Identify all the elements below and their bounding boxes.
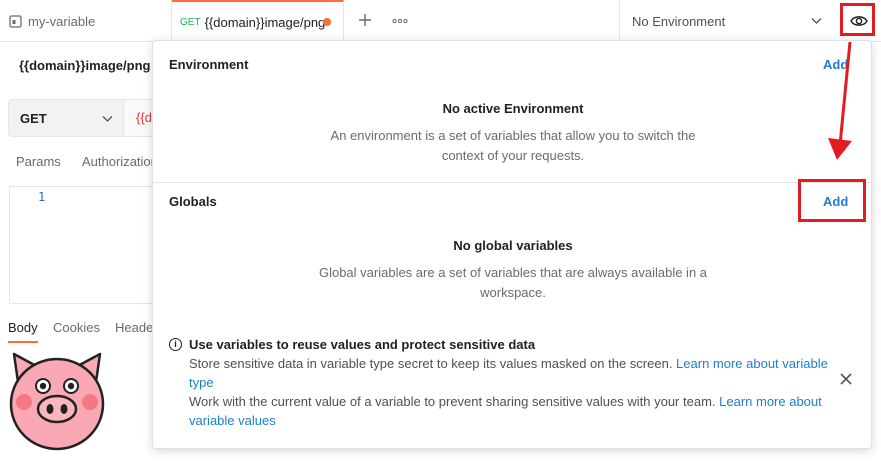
learn-more-variable-type-link[interactable]: Learn more about variable: [676, 356, 828, 371]
tab-cookies[interactable]: Cookies: [53, 320, 100, 335]
line-number: 1: [38, 190, 46, 204]
active-tab-indicator: [8, 341, 38, 343]
chevron-down-icon: [811, 18, 822, 24]
request-title: {{domain}}image/png: [19, 58, 151, 73]
annotation-highlight-box: [798, 179, 866, 222]
environment-description: An environment is a set of variables tha…: [330, 128, 696, 163]
learn-more-variable-values-link[interactable]: Learn more about: [719, 394, 822, 409]
tab-headers[interactable]: Heade: [115, 320, 153, 335]
method-select[interactable]: GET: [8, 99, 124, 137]
no-environment-title: No active Environment: [442, 101, 584, 116]
tab-label: {{domain}}image/png: [204, 14, 326, 30]
tab-params[interactable]: Params: [16, 154, 61, 169]
tab-body[interactable]: Body: [8, 320, 38, 335]
environment-selector-value: No Environment: [632, 13, 726, 29]
info-title: Use variables to reuse values and protec…: [189, 337, 536, 352]
tab-my-variable[interactable]: my-variable: [0, 0, 172, 42]
info-text-secret: Store sensitive data in variable type se…: [189, 354, 829, 392]
more-icon: [392, 18, 408, 24]
info-icon: i: [169, 338, 182, 351]
section-divider: [153, 182, 871, 183]
annotation-highlight-box: [840, 3, 875, 36]
pig-mascot-icon: [9, 352, 105, 451]
globals-heading: Globals: [169, 194, 217, 209]
info-text: Store sensitive data in variable type se…: [189, 356, 677, 371]
tab-label: my-variable: [28, 13, 96, 29]
environment-selector[interactable]: No Environment: [619, 0, 836, 42]
info-text: Work with the current value of a variabl…: [189, 394, 720, 409]
request-icon: [9, 14, 22, 28]
learn-more-variable-values-link-cont[interactable]: variable values: [189, 413, 276, 428]
method-value: GET: [20, 110, 47, 126]
globals-description: Global variables are a set of variables …: [318, 265, 708, 300]
add-environment-button[interactable]: Add: [823, 57, 848, 72]
tab-bar: my-variable GET {{domain}}image/png No E…: [0, 0, 881, 42]
environment-quick-look-panel: Environment Add No active Environment An…: [152, 40, 872, 449]
new-tab-button[interactable]: [354, 8, 376, 32]
tab-active-request[interactable]: GET {{domain}}image/png: [172, 0, 344, 42]
tab-authorization[interactable]: Authorization: [82, 154, 158, 169]
body-editor[interactable]: 1: [9, 186, 169, 304]
chevron-down-icon: [102, 116, 113, 122]
tab-method-badge: GET: [180, 16, 201, 28]
more-tabs-button[interactable]: [389, 8, 411, 32]
info-text-current-value: Work with the current value of a variabl…: [189, 392, 829, 430]
plus-icon: [359, 14, 371, 26]
learn-more-variable-type-link-cont[interactable]: type: [189, 375, 214, 390]
no-globals-title: No global variables: [453, 238, 573, 253]
close-icon[interactable]: [839, 372, 853, 386]
unsaved-dot-icon: [323, 18, 331, 26]
environment-heading: Environment: [169, 57, 249, 72]
